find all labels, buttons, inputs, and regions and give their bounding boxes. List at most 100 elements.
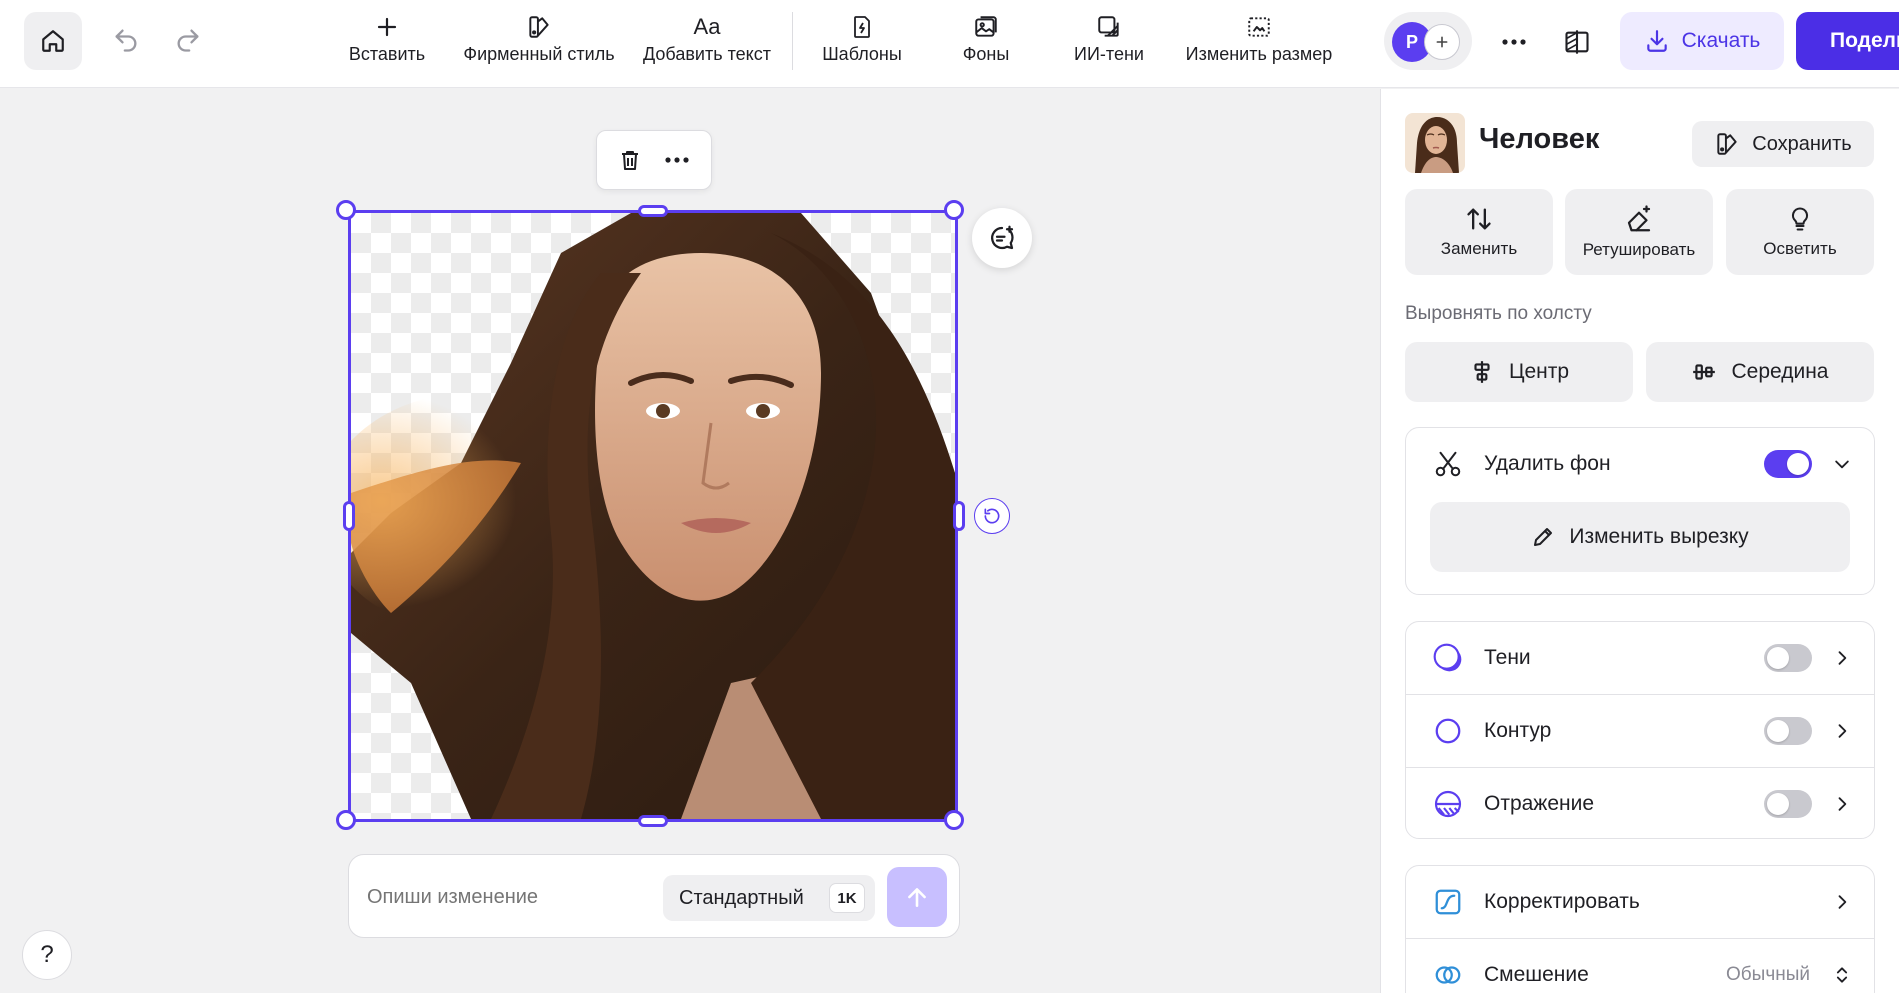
invite-button[interactable] <box>1424 24 1460 60</box>
edit-cutout-label: Изменить вырезку <box>1569 525 1749 548</box>
text-icon: Aa <box>693 14 721 39</box>
chevron-right-icon[interactable] <box>1830 890 1854 914</box>
arrow-up-icon <box>908 888 926 907</box>
selected-image[interactable] <box>348 210 958 822</box>
collaborators[interactable]: P <box>1384 12 1472 70</box>
remove-background-toggle[interactable] <box>1764 450 1812 478</box>
more-horizontal-icon <box>665 157 689 163</box>
ai-shadows-tool[interactable]: ИИ-тени <box>1068 10 1150 76</box>
resize-handle-top-left[interactable] <box>336 200 356 220</box>
shadows-toggle[interactable] <box>1764 644 1812 672</box>
chevron-right-icon[interactable] <box>1830 719 1854 743</box>
backgrounds-label: Фоны <box>962 44 1010 64</box>
retouch-button[interactable]: Ретушировать <box>1565 189 1713 275</box>
plus-icon <box>377 17 397 37</box>
redo-button[interactable] <box>170 22 206 58</box>
send-button[interactable] <box>887 867 947 927</box>
prompt-input[interactable] <box>367 877 657 917</box>
plus-icon <box>1436 36 1448 48</box>
element-title: Человек <box>1479 123 1600 155</box>
resize-handle-top[interactable] <box>638 205 668 217</box>
blend-row[interactable]: Смешение Обычный <box>1406 939 1874 993</box>
blend-mode-value[interactable]: Обычный <box>1726 964 1810 986</box>
templates-tool[interactable]: Шаблоны <box>818 10 906 76</box>
rotate-handle[interactable] <box>974 498 1010 534</box>
chevron-down-icon[interactable] <box>1830 452 1854 476</box>
portrait-thumbnail <box>1405 113 1465 173</box>
align-middle-label: Середина <box>1731 360 1829 383</box>
resize-handle-top-right[interactable] <box>944 200 964 220</box>
replace-button[interactable]: Заменить <box>1405 189 1553 275</box>
reflection-icon <box>1432 788 1464 820</box>
more-horizontal-icon <box>1502 39 1526 45</box>
align-section-label: Выровнять по холсту <box>1405 303 1592 324</box>
lightbulb-icon <box>1791 207 1809 231</box>
delete-button[interactable] <box>618 147 642 173</box>
element-more-button[interactable] <box>664 156 690 164</box>
more-options-button[interactable] <box>1492 24 1536 60</box>
shadows-label: Тени <box>1484 646 1531 669</box>
resize-tool[interactable]: Изменить размер <box>1184 10 1334 76</box>
resize-handle-bottom[interactable] <box>638 815 668 827</box>
properties-panel: Человек Сохранить Заменить Ретушировать … <box>1380 89 1899 993</box>
undo-button[interactable] <box>108 22 144 58</box>
adjust-section: Корректировать Смешение Обычный <box>1405 865 1875 993</box>
resize-handle-bottom-left[interactable] <box>336 810 356 830</box>
quality-selector[interactable]: Стандартный 1K <box>663 875 875 921</box>
brand-style-label: Фирменный стиль <box>463 44 615 64</box>
pencil-icon <box>1534 528 1553 546</box>
chevron-up-down-icon[interactable] <box>1830 963 1854 987</box>
align-center-icon <box>1474 361 1490 383</box>
backgrounds-icon <box>975 16 997 37</box>
remove-background-label: Удалить фон <box>1484 452 1611 475</box>
remove-background-row[interactable]: Удалить фон <box>1406 428 1874 500</box>
replace-label: Заменить <box>1440 239 1518 258</box>
blend-label: Смешение <box>1484 963 1589 986</box>
blend-icon <box>1432 959 1464 991</box>
save-button[interactable]: Сохранить <box>1692 121 1874 167</box>
templates-label: Шаблоны <box>822 44 902 64</box>
redo-icon <box>177 29 199 52</box>
backgrounds-tool[interactable]: Фоны <box>950 10 1022 76</box>
adjust-row[interactable]: Корректировать <box>1406 866 1874 938</box>
relight-button[interactable]: Осветить <box>1726 189 1874 275</box>
add-text-label: Добавить текст <box>643 44 771 64</box>
swap-icon <box>1467 208 1491 230</box>
edit-cutout-button[interactable]: Изменить вырезку <box>1430 502 1850 572</box>
share-button[interactable]: Поделиться <box>1796 12 1899 70</box>
resize-handle-right[interactable] <box>953 501 965 531</box>
home-icon <box>42 30 64 52</box>
align-middle-button[interactable]: Середина <box>1646 342 1874 402</box>
chevron-right-icon[interactable] <box>1830 646 1854 670</box>
compare-button[interactable] <box>1556 22 1598 62</box>
add-text-tool[interactable]: Aa Добавить текст <box>640 10 774 76</box>
brand-style-tool[interactable]: Фирменный стиль <box>460 10 618 76</box>
undo-icon <box>115 29 137 52</box>
align-center-label: Центр <box>1508 360 1570 383</box>
help-button[interactable]: ? <box>22 930 72 980</box>
download-label: Скачать <box>1681 29 1761 52</box>
insert-tool[interactable]: Вставить <box>346 10 428 76</box>
share-label: Поделиться <box>1830 29 1899 52</box>
chevron-right-icon[interactable] <box>1830 792 1854 816</box>
reflection-row[interactable]: Отражение <box>1406 768 1874 840</box>
resize-handle-left[interactable] <box>343 501 355 531</box>
shadows-row[interactable]: Тени <box>1406 622 1874 694</box>
align-center-button[interactable]: Центр <box>1405 342 1633 402</box>
outline-toggle[interactable] <box>1764 717 1812 745</box>
element-floating-toolbar <box>596 130 712 190</box>
resize-label: Изменить размер <box>1185 44 1333 64</box>
reflection-toggle[interactable] <box>1764 790 1812 818</box>
home-button[interactable] <box>24 12 82 70</box>
trash-icon <box>622 151 638 170</box>
remove-background-section: Удалить фон Изменить вырезку <box>1405 427 1875 595</box>
ai-chat-button[interactable] <box>972 208 1032 268</box>
compare-icon <box>1565 30 1589 54</box>
scissors-icon <box>1432 448 1464 480</box>
outline-row[interactable]: Контур <box>1406 695 1874 767</box>
element-thumbnail <box>1405 113 1465 173</box>
outline-icon <box>1432 715 1464 747</box>
download-button[interactable]: Скачать <box>1620 12 1784 70</box>
brand-kit-icon <box>529 16 549 38</box>
resize-handle-bottom-right[interactable] <box>944 810 964 830</box>
